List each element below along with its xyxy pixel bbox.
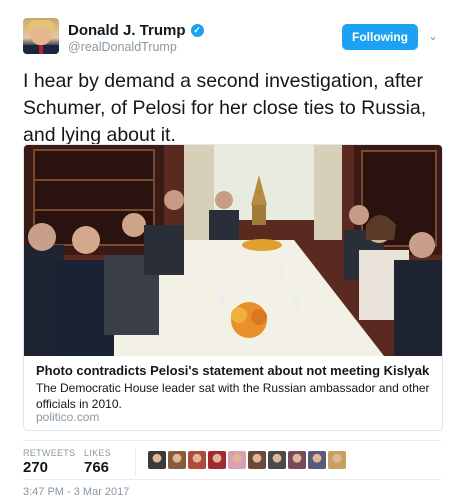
- stats-separator: [135, 448, 136, 476]
- divider: [23, 440, 441, 441]
- liker-avatar[interactable]: [168, 451, 186, 469]
- link-card[interactable]: Photo contradicts Pelosi's statement abo…: [23, 144, 443, 431]
- divider: [23, 479, 441, 480]
- liker-avatar[interactable]: [248, 451, 266, 469]
- likes-count[interactable]: 766: [84, 459, 109, 476]
- verified-badge-icon: ✓: [190, 24, 204, 37]
- chevron-down-icon[interactable]: ⌄: [428, 29, 438, 43]
- card-title[interactable]: Photo contradicts Pelosi's statement abo…: [36, 363, 429, 378]
- card-photo[interactable]: [24, 145, 442, 356]
- author-handle[interactable]: @realDonaldTrump: [68, 40, 177, 54]
- liker-avatar[interactable]: [328, 451, 346, 469]
- author-avatar[interactable]: [23, 18, 59, 54]
- liker-avatar[interactable]: [208, 451, 226, 469]
- likes-label[interactable]: LIKES: [84, 448, 111, 458]
- liker-avatars[interactable]: [148, 451, 346, 469]
- author-name-row[interactable]: Donald J. Trump ✓: [68, 22, 204, 39]
- liker-avatar[interactable]: [268, 451, 286, 469]
- liker-avatar[interactable]: [308, 451, 326, 469]
- following-button[interactable]: Following: [342, 24, 418, 50]
- liker-avatar[interactable]: [188, 451, 206, 469]
- card-domain[interactable]: politico.com: [36, 410, 99, 424]
- retweets-label[interactable]: RETWEETS: [23, 448, 75, 458]
- tweet-text: I hear by demand a second investigation,…: [23, 70, 427, 146]
- retweets-count[interactable]: 270: [23, 459, 48, 476]
- liker-avatar[interactable]: [288, 451, 306, 469]
- author-name[interactable]: Donald J. Trump: [68, 22, 186, 39]
- liker-avatar[interactable]: [228, 451, 246, 469]
- tweet-timestamp[interactable]: 3:47 PM - 3 Mar 2017: [23, 486, 129, 498]
- card-description: The Democratic House leader sat with the…: [36, 381, 430, 411]
- liker-avatar[interactable]: [148, 451, 166, 469]
